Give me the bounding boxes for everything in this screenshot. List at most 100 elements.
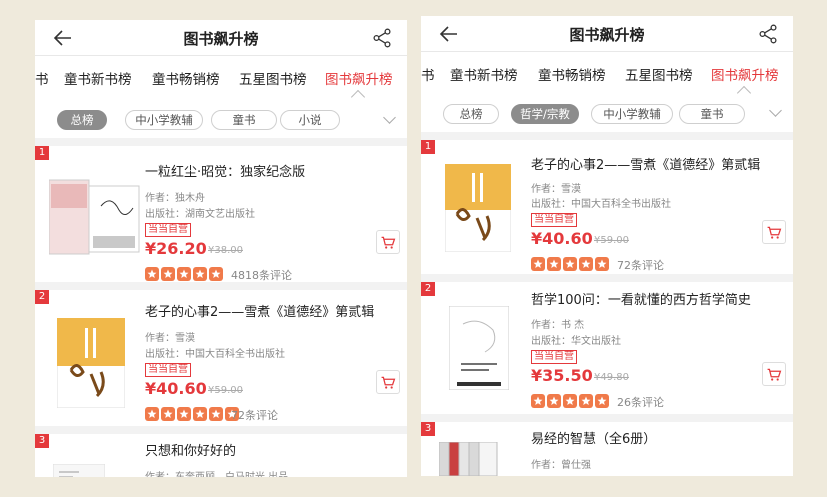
share-icon[interactable]: [757, 23, 779, 45]
star-icon: [547, 394, 561, 408]
star-icon: [161, 267, 175, 281]
star-icon: [563, 394, 577, 408]
star-icon: [177, 267, 191, 281]
self-operated-badge: 当当自营: [531, 350, 577, 364]
book-author: 作者：雪漠: [145, 333, 195, 344]
list-item[interactable]: 1 老子的心事2——雪煮《道德经》第贰辑 作者：雪漠 出版社：中国大百科全书出版…: [421, 132, 793, 274]
tab-five-star[interactable]: 五星图书榜: [239, 68, 307, 88]
list-item[interactable]: 2 老子的心事2——雪煮《道德经》第贰辑 作者：雪漠 出版社：中国大百科全书出版…: [35, 282, 407, 426]
caret-up-icon: [736, 85, 752, 101]
filter-chips: 总榜 中小学教辅 童书 小说: [35, 110, 407, 134]
book-cover[interactable]: [57, 318, 125, 408]
star-icon: [193, 267, 207, 281]
rank-badge: 2: [421, 282, 435, 296]
original-price: ¥59.00: [208, 385, 243, 396]
list-item[interactable]: 2 哲学100问：一看就懂的西方哲学简史 作者：书 杰 出版社：华文出版社 当当…: [421, 274, 793, 414]
book-cover[interactable]: [439, 442, 499, 476]
book-cover[interactable]: [445, 164, 511, 252]
tab-kids-bestseller[interactable]: 童书畅销榜: [538, 64, 606, 84]
chip-all[interactable]: 总榜: [443, 104, 499, 124]
chip-k12[interactable]: 中小学教辅: [591, 104, 673, 124]
rank-badge: 3: [35, 434, 49, 448]
cart-icon[interactable]: [376, 230, 400, 254]
review-count[interactable]: 72条评论: [231, 407, 278, 423]
star-icon: [161, 407, 175, 421]
book-cover[interactable]: [49, 176, 141, 260]
review-count[interactable]: 72条评论: [617, 257, 664, 273]
star-rating: [531, 393, 611, 408]
tab-rising[interactable]: 图书飙升榜: [711, 64, 779, 84]
review-count[interactable]: 4818条评论: [231, 267, 292, 283]
header: 图书飙升榜: [35, 20, 407, 56]
filter-chips: 总榜 哲学/宗教 中小学教辅 童书: [421, 104, 793, 128]
star-icon: [193, 407, 207, 421]
chip-kids[interactable]: 童书: [679, 104, 745, 124]
list-item[interactable]: 1 一粒红尘·昭觉：独家纪念版 作者：独木舟 出版社：湖南文艺出版社 当当自营 …: [35, 138, 407, 282]
book-price: ¥35.50: [531, 366, 593, 385]
page-title: 图书飙升榜: [569, 26, 645, 44]
cart-icon[interactable]: [762, 362, 786, 386]
star-rating: [145, 406, 241, 421]
star-rating: [145, 266, 225, 281]
star-icon: [579, 257, 593, 271]
book-title[interactable]: 易经的智慧（全6册）: [531, 428, 656, 447]
star-icon: [595, 257, 609, 271]
list-item[interactable]: 3 易经的智慧（全6册） 作者：曾仕强: [421, 414, 793, 476]
book-title[interactable]: 一粒红尘·昭觉：独家纪念版: [145, 161, 305, 180]
star-icon: [547, 257, 561, 271]
tab-rising[interactable]: 图书飙升榜: [325, 68, 393, 88]
self-operated-badge: 当当自营: [531, 213, 577, 227]
book-title[interactable]: 老子的心事2——雪煮《道德经》第贰辑: [145, 301, 374, 320]
chip-all[interactable]: 总榜: [57, 110, 107, 130]
left-screen: 图书飙升榜 书 童书新书榜 童书畅销榜 五星图书榜 图书飙升榜 总榜 中小学教辅…: [35, 20, 407, 477]
tab-kids-new[interactable]: 童书新书榜: [64, 68, 132, 88]
cart-icon[interactable]: [762, 220, 786, 244]
tab-partial[interactable]: 书: [421, 64, 435, 84]
book-author: 作者：曾仕强: [531, 460, 591, 471]
list-item[interactable]: 3 只想和你好好的 作者：东奔西顾，白马时光 出品: [35, 426, 407, 477]
book-price: ¥26.20: [145, 239, 207, 258]
star-icon: [531, 394, 545, 408]
tab-partial[interactable]: 书: [35, 68, 49, 88]
category-tabs: 书 童书新书榜 童书畅销榜 五星图书榜 图书飙升榜: [421, 58, 793, 101]
self-operated-badge: 当当自营: [145, 363, 191, 377]
chevron-down-icon[interactable]: [769, 104, 782, 117]
header: 图书飙升榜: [421, 16, 793, 52]
cart-icon[interactable]: [376, 370, 400, 394]
chip-novel[interactable]: 小说: [280, 110, 340, 130]
star-icon: [145, 407, 159, 421]
book-title[interactable]: 只想和你好好的: [145, 440, 236, 459]
category-tabs: 书 童书新书榜 童书畅销榜 五星图书榜 图书飙升榜: [35, 62, 407, 105]
chip-philosophy[interactable]: 哲学/宗教: [511, 104, 579, 124]
book-price: ¥40.60: [145, 379, 207, 398]
tab-kids-new[interactable]: 童书新书榜: [450, 64, 518, 84]
book-publisher: 出版社：湖南文艺出版社: [145, 209, 255, 220]
rank-badge: 1: [421, 140, 435, 154]
star-icon: [177, 407, 191, 421]
share-icon[interactable]: [371, 27, 393, 49]
book-author: 作者：东奔西顾，白马时光 出品: [145, 468, 288, 477]
star-rating: [531, 256, 611, 271]
star-icon: [209, 407, 223, 421]
chip-k12[interactable]: 中小学教辅: [125, 110, 203, 130]
self-operated-badge: 当当自营: [145, 223, 191, 237]
tab-kids-bestseller[interactable]: 童书畅销榜: [152, 68, 220, 88]
original-price: ¥38.00: [208, 245, 243, 256]
chevron-down-icon[interactable]: [383, 111, 396, 124]
chip-kids[interactable]: 童书: [211, 110, 277, 130]
caret-up-icon: [350, 89, 366, 105]
review-count[interactable]: 26条评论: [617, 394, 664, 410]
book-author: 作者：独木舟: [145, 193, 205, 204]
star-icon: [595, 394, 609, 408]
star-icon: [563, 257, 577, 271]
book-cover[interactable]: [53, 464, 105, 477]
book-cover[interactable]: [449, 306, 509, 390]
star-icon: [209, 267, 223, 281]
rank-badge: 1: [35, 146, 49, 160]
tab-five-star[interactable]: 五星图书榜: [625, 64, 693, 84]
book-title[interactable]: 老子的心事2——雪煮《道德经》第贰辑: [531, 154, 760, 173]
book-title[interactable]: 哲学100问：一看就懂的西方哲学简史: [531, 289, 751, 308]
book-publisher: 出版社：中国大百科全书出版社: [531, 199, 671, 210]
star-icon: [145, 267, 159, 281]
book-publisher: 出版社：中国大百科全书出版社: [145, 349, 285, 360]
